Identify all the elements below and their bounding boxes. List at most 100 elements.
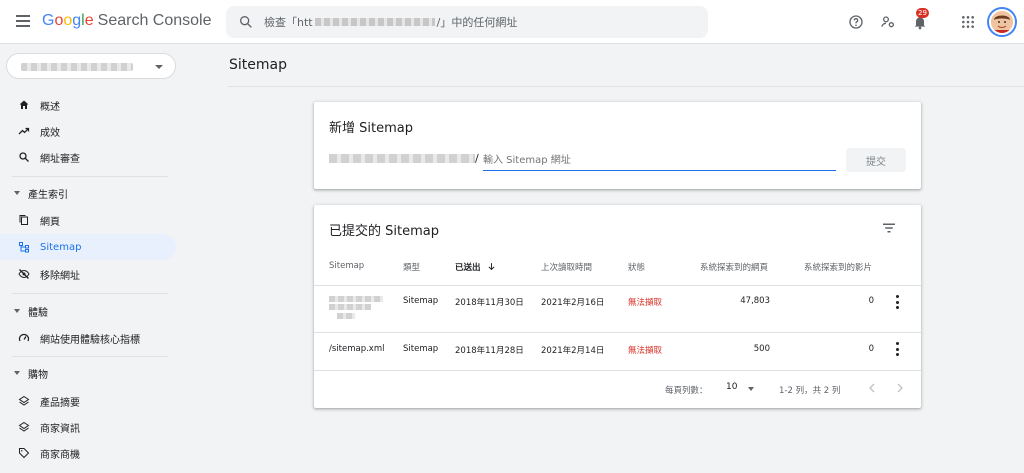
sidebar-item-label: 商家資訊 — [40, 423, 80, 435]
column-header-discovered-videos[interactable]: 系統探索到的影片 — [804, 261, 872, 273]
pagination-range: 1-2 列，共 2 列 — [779, 386, 841, 396]
chevron-down-icon — [155, 65, 163, 69]
cell-sitemap[interactable]: /sitemap.xml — [329, 344, 384, 354]
cell-last-read: 2021年2月16日 — [541, 298, 605, 308]
notifications-bell-icon[interactable]: 29 — [910, 8, 930, 32]
column-header-discovered-pages[interactable]: 系統探索到的網頁 — [700, 261, 768, 273]
column-header-type[interactable]: 類型 — [403, 261, 420, 273]
sitemap-url-redacted — [337, 313, 355, 319]
sidebar-section-experience[interactable]: 體驗 — [0, 299, 176, 323]
title-divider — [228, 86, 1024, 87]
product-name: Search Console — [97, 12, 212, 29]
sidebar-divider — [12, 356, 168, 357]
cell-submitted: 2018年11月30日 — [455, 298, 524, 308]
url-inspection-search[interactable]: 檢查「htt /」中的任何網址 — [226, 6, 708, 38]
logo-letter: e — [84, 12, 94, 29]
sidebar-section-shopping[interactable]: 購物 — [0, 361, 176, 385]
speed-gauge-icon — [18, 332, 30, 344]
search-input[interactable]: 檢查「htt /」中的任何網址 — [264, 6, 694, 38]
sidebar-item-url-inspection[interactable]: 網址審查 — [0, 144, 176, 170]
sidebar-item-product-snippets[interactable]: 產品摘要 — [0, 388, 176, 414]
sitemap-url-redacted — [329, 296, 383, 302]
submit-button[interactable]: 提交 — [846, 148, 906, 172]
column-header-sitemap[interactable]: Sitemap — [329, 261, 364, 271]
sidebar-divider — [12, 176, 168, 177]
rows-per-page-select[interactable]: 10 — [726, 382, 758, 398]
trending-up-icon — [18, 125, 30, 137]
sidebar-section-label: 產生索引 — [28, 189, 68, 201]
sitemap-url-input[interactable] — [483, 151, 836, 171]
cell-discovered-pages: 47,803 — [740, 296, 770, 306]
search-icon — [18, 151, 30, 163]
collapse-triangle-icon — [14, 371, 20, 375]
sidebar-item-label: 網頁 — [40, 216, 60, 228]
collapse-triangle-icon — [14, 309, 20, 313]
account-avatar[interactable] — [989, 9, 1015, 35]
sidebar-item-merchant-listings[interactable]: 商家資訊 — [0, 414, 176, 440]
search-placeholder-suffix: /」中的任何網址 — [436, 16, 518, 29]
sidebar: 概述 成效 網址審查 產生索引 網頁 Sitemap 移除網址 體驗 網站使用體… — [0, 44, 190, 473]
layers-icon — [18, 421, 30, 433]
submitted-sitemaps-card: 已提交的 Sitemap Sitemap 類型 已送出 上次讀取時間 狀態 系統… — [314, 205, 921, 408]
app-logo[interactable]: Google Search Console — [42, 12, 211, 30]
sidebar-item-label: 移除網址 — [40, 270, 80, 282]
sidebar-item-label: 商家商機 — [40, 449, 80, 461]
site-url-prefix-redacted — [329, 154, 475, 163]
help-icon[interactable] — [846, 12, 866, 32]
sidebar-item-label: 產品摘要 — [40, 397, 80, 409]
row-divider — [314, 285, 921, 286]
property-selector[interactable] — [6, 53, 176, 79]
chevron-right-icon[interactable] — [892, 380, 908, 396]
apps-grid-icon[interactable] — [958, 12, 978, 32]
row-divider — [314, 332, 921, 333]
cell-status: 無法擷取 — [628, 346, 663, 356]
file-copy-icon — [18, 214, 30, 226]
page-title: Sitemap — [229, 57, 287, 73]
more-vert-icon[interactable] — [892, 295, 902, 309]
sidebar-item-sitemaps[interactable]: Sitemap — [0, 234, 176, 260]
logo-letter: g — [72, 12, 82, 29]
cell-submitted: 2018年11月28日 — [455, 346, 524, 356]
sidebar-section-index[interactable]: 產生索引 — [0, 181, 176, 205]
sidebar-item-shopping-tab[interactable]: 商家商機 — [0, 440, 176, 466]
property-name-redacted — [21, 63, 133, 71]
sidebar-item-label: 網站使用體驗核心指標 — [40, 334, 140, 346]
chevron-left-icon[interactable] — [864, 380, 880, 396]
filter-icon[interactable] — [880, 219, 898, 237]
sidebar-item-overview[interactable]: 概述 — [0, 92, 176, 118]
visibility-off-icon — [18, 268, 30, 280]
cell-type: Sitemap — [403, 344, 439, 354]
column-header-last-read[interactable]: 上次讀取時間 — [541, 261, 592, 273]
chevron-down-icon — [748, 387, 754, 391]
sidebar-item-pages[interactable]: 網頁 — [0, 207, 176, 233]
sidebar-section-label: 體驗 — [28, 307, 48, 319]
url-slash: / — [475, 152, 479, 165]
sidebar-item-performance[interactable]: 成效 — [0, 118, 176, 144]
cell-discovered-videos: 0 — [868, 344, 874, 354]
column-header-submitted[interactable]: 已送出 — [455, 261, 496, 273]
menu-icon[interactable] — [16, 15, 30, 27]
tag-icon — [18, 447, 30, 459]
rows-per-page-label: 每頁列數： — [665, 386, 708, 396]
sidebar-item-label: 成效 — [40, 127, 60, 139]
arrow-down-icon — [489, 263, 495, 271]
cell-discovered-pages: 500 — [753, 344, 770, 354]
column-header-label: 已送出 — [455, 263, 481, 273]
search-redacted-url — [314, 18, 435, 26]
sidebar-item-core-web-vitals[interactable]: 網站使用體驗核心指標 — [0, 325, 176, 351]
rows-per-page-value: 10 — [726, 382, 738, 392]
search-icon — [240, 15, 252, 28]
sitemap-icon — [18, 241, 30, 253]
notification-count-badge: 29 — [916, 8, 929, 18]
top-app-bar: Google Search Console 檢查「htt /」中的任何網址 29 — [0, 0, 1024, 44]
column-header-status[interactable]: 狀態 — [628, 261, 645, 273]
more-vert-icon[interactable] — [892, 342, 902, 356]
add-sitemap-title: 新增 Sitemap — [329, 121, 413, 136]
sidebar-divider — [12, 293, 168, 294]
sidebar-section-label: 購物 — [28, 369, 48, 381]
sidebar-item-removals[interactable]: 移除網址 — [0, 261, 176, 287]
cell-discovered-videos: 0 — [868, 296, 874, 306]
manage-users-icon[interactable] — [878, 12, 898, 32]
add-sitemap-card: 新增 Sitemap / 提交 — [314, 102, 921, 189]
sidebar-item-label: Sitemap — [40, 241, 82, 253]
